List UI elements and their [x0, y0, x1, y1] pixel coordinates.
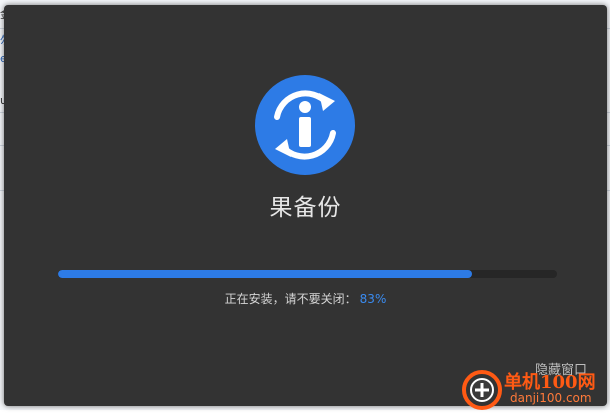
plus-badge-icon: [462, 370, 502, 410]
install-status-percent: 83%: [359, 292, 387, 306]
install-progress-bar: [58, 270, 557, 278]
installer-dialog: 果备份 正在安装，请不要关闭： 83% 隐藏窗口: [4, 5, 607, 406]
install-progress-fill: [58, 270, 473, 278]
watermark: 单机100网 danji100.com: [462, 364, 610, 410]
install-status: 正在安装，请不要关闭： 83%: [4, 290, 607, 307]
install-status-text: 正在安装，请不要关闭：: [224, 292, 357, 306]
app-name: 果备份: [269, 195, 342, 221]
info-sync-icon: [255, 75, 355, 175]
watermark-domain: danji100.com: [510, 391, 592, 405]
